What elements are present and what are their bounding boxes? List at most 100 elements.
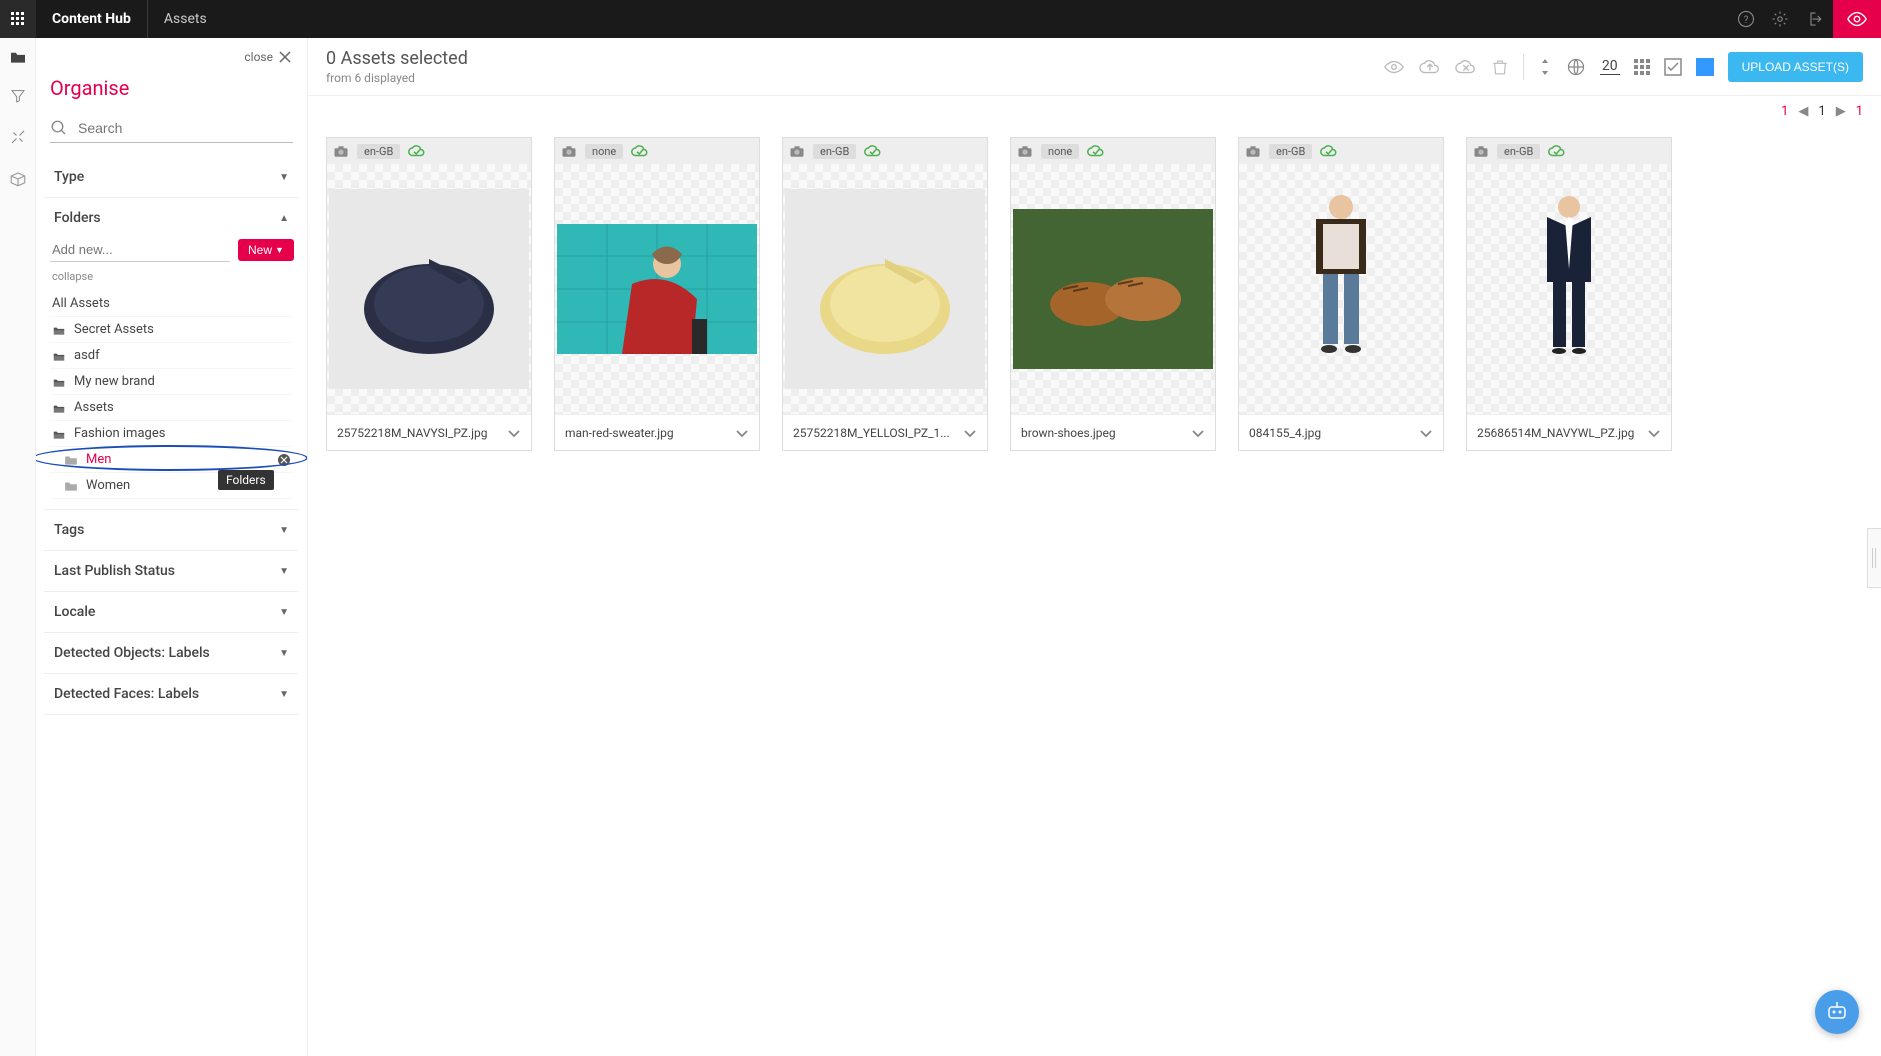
- card-header: none: [1011, 138, 1215, 164]
- card-filename: 25752218M_YELLOSI_PZ_1...: [793, 426, 950, 440]
- app-launcher-button[interactable]: [0, 0, 36, 38]
- camera-icon: [333, 145, 349, 158]
- card-filename: man-red-sweater.jpg: [565, 426, 674, 440]
- folder-label: Women: [86, 478, 130, 493]
- remove-cloud-button[interactable]: [1455, 56, 1477, 78]
- sort-button[interactable]: [1538, 57, 1552, 77]
- delete-button[interactable]: [1491, 57, 1509, 77]
- filter-last-publish[interactable]: Last Publish Status ▼: [44, 551, 299, 591]
- card-filename: 25686514M_NAVYWL_PZ.jpg: [1477, 426, 1634, 440]
- cloud-check-icon: [1087, 144, 1105, 158]
- new-folder-input[interactable]: [50, 238, 230, 262]
- camera-icon: [1017, 145, 1033, 158]
- folder-label: Secret Assets: [74, 322, 154, 337]
- cloud-check-icon: [631, 144, 649, 158]
- close-sidebar-button[interactable]: [279, 51, 291, 63]
- tooltip-folders: Folders: [218, 470, 274, 490]
- card-menu-button[interactable]: [507, 428, 521, 438]
- filter-detected-faces[interactable]: Detected Faces: Labels ▼: [44, 674, 299, 714]
- card-header: none: [555, 138, 759, 164]
- preview-button[interactable]: [1383, 56, 1405, 78]
- folder-item[interactable]: Assets: [50, 395, 293, 421]
- card-menu-button[interactable]: [1191, 428, 1205, 438]
- folder-icon: [64, 480, 78, 492]
- gear-icon: [1771, 10, 1789, 28]
- folder-delete-button[interactable]: [277, 453, 291, 467]
- folder-label: All Assets: [52, 296, 110, 311]
- select-checkbox[interactable]: [1664, 58, 1682, 76]
- left-rail: [0, 38, 36, 1056]
- filter-type[interactable]: Type ▼: [44, 157, 299, 197]
- logout-button[interactable]: [1805, 10, 1823, 28]
- folder-all-assets[interactable]: All Assets: [50, 291, 293, 317]
- rail-folder-button[interactable]: [9, 50, 27, 64]
- asset-card[interactable]: none man-red-sweater.jpg: [554, 137, 760, 451]
- page-prev[interactable]: ◀: [1798, 104, 1808, 119]
- folder-icon: [52, 428, 66, 440]
- page-current: 1: [1818, 104, 1825, 119]
- filter-locale[interactable]: Locale ▼: [44, 592, 299, 632]
- toolbar-separator: [1523, 54, 1524, 80]
- preview-toggle-button[interactable]: [1833, 0, 1881, 38]
- folder-label: Assets: [74, 400, 114, 415]
- asset-card[interactable]: en-GB 25686514M_NAVYWL_PZ.jpg: [1466, 137, 1672, 451]
- rail-tools-button[interactable]: [9, 128, 27, 146]
- upload-button[interactable]: UPLOAD ASSET(S): [1728, 52, 1863, 82]
- folder-icon: [9, 50, 27, 64]
- card-locale: en-GB: [1497, 144, 1540, 159]
- folder-label: My new brand: [74, 374, 155, 389]
- filter-tags[interactable]: Tags ▼: [44, 510, 299, 550]
- folder-item[interactable]: Secret Assets: [50, 317, 293, 343]
- asset-card[interactable]: en-GB084155_4.jpg: [1238, 137, 1444, 451]
- card-menu-button[interactable]: [1647, 428, 1661, 438]
- search-input[interactable]: [74, 116, 293, 140]
- eye-icon: [1383, 56, 1405, 78]
- folder-icon: [64, 454, 78, 466]
- selection-indicator[interactable]: [1696, 58, 1714, 76]
- globe-icon: [1566, 57, 1586, 77]
- card-menu-button[interactable]: [1419, 428, 1433, 438]
- locale-button[interactable]: [1566, 57, 1586, 77]
- asset-card[interactable]: en-GB25752218M_YELLOSI_PZ_1...: [782, 137, 988, 451]
- help-button[interactable]: ?: [1737, 10, 1755, 28]
- collapse-folders-link[interactable]: collapse: [50, 268, 293, 291]
- folder-item[interactable]: My new brand: [50, 369, 293, 395]
- folder-item[interactable]: asdf: [50, 343, 293, 369]
- chat-fab[interactable]: [1815, 990, 1859, 1034]
- asset-card[interactable]: en-GB25752218M_NAVYSI_PZ.jpg: [326, 137, 532, 451]
- page-size[interactable]: 20: [1600, 58, 1620, 75]
- filter-folders[interactable]: Folders ▲: [44, 198, 299, 238]
- sort-icon: [1538, 57, 1552, 77]
- settings-button[interactable]: [1771, 10, 1789, 28]
- pagination: 1 ◀ 1 ▶ 1: [308, 96, 1881, 127]
- rail-filter-button[interactable]: [9, 88, 27, 104]
- rail-package-button[interactable]: [9, 170, 27, 188]
- card-locale: none: [1041, 144, 1079, 159]
- grid-view-button[interactable]: [1634, 59, 1650, 75]
- page-next[interactable]: ▶: [1836, 104, 1846, 119]
- brand-name: Content Hub: [36, 11, 147, 27]
- filter-detected-objects[interactable]: Detected Objects: Labels ▼: [44, 633, 299, 673]
- card-filename: 084155_4.jpg: [1249, 426, 1321, 440]
- card-menu-button[interactable]: [735, 428, 749, 438]
- camera-icon: [561, 145, 577, 158]
- card-menu-button[interactable]: [963, 428, 977, 438]
- folder-item[interactable]: Fashion images: [50, 421, 293, 447]
- filter-label: Last Publish Status: [54, 563, 175, 579]
- card-filename: brown-shoes.jpeg: [1021, 426, 1116, 440]
- chevron-down-icon: ▼: [279, 648, 289, 659]
- card-footer: 084155_4.jpg: [1239, 414, 1443, 450]
- page-last[interactable]: 1: [1856, 104, 1863, 119]
- new-folder-button[interactable]: New▼: [238, 239, 294, 261]
- chevron-down-icon: ▼: [279, 566, 289, 577]
- logout-icon: [1805, 10, 1823, 28]
- drag-handle-icon: [1872, 548, 1878, 568]
- checkbox-icon: [1664, 58, 1682, 76]
- right-panel-toggle[interactable]: [1867, 528, 1881, 588]
- asset-card[interactable]: none brown-shoes.jpeg: [1010, 137, 1216, 451]
- cloud-remove-icon: [1455, 56, 1477, 78]
- cloud-check-icon: [1548, 144, 1566, 158]
- page-title: Assets: [148, 11, 223, 27]
- page-first[interactable]: 1: [1781, 104, 1788, 119]
- upload-cloud-button[interactable]: [1419, 56, 1441, 78]
